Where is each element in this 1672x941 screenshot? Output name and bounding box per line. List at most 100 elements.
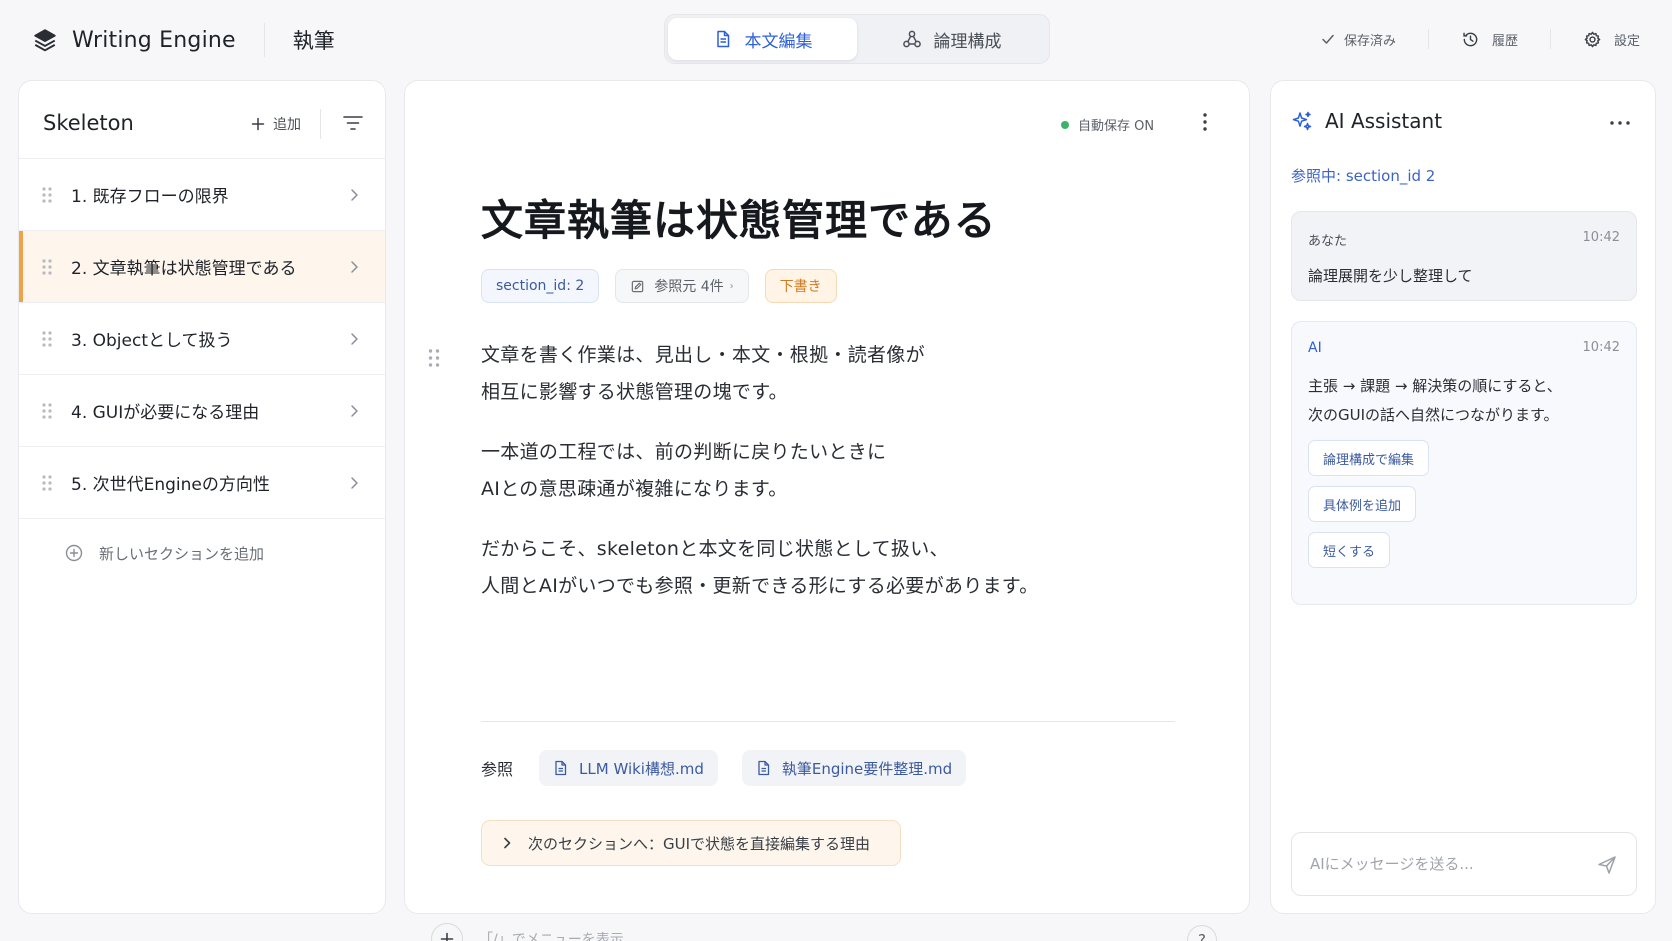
section-label: 3. Objectとして扱う [71, 331, 233, 351]
top-actions: 保存済み 履歴 設定 [1320, 24, 1640, 54]
layers-logo-icon [34, 29, 56, 52]
tab-logic-structure-label: 論理構成 [933, 31, 1002, 52]
history-clock-icon [1463, 32, 1478, 46]
message-line: 論理展開を少し整理して [1308, 267, 1473, 285]
history-button[interactable]: 履歴 [1461, 30, 1518, 49]
paragraph-line: 相互に影響する状態管理の塊です。 [481, 381, 788, 403]
settings-label: 設定 [1613, 33, 1640, 49]
drag-handle-icon[interactable] [41, 473, 53, 493]
skeleton-section-item[interactable]: 5. 次世代Engineの方向性 [19, 447, 385, 519]
tab-body-edit[interactable]: 本文編集 [668, 18, 857, 60]
drag-handle-icon[interactable] [41, 257, 53, 277]
skeleton-section-item-active[interactable]: 2. 文章執筆は状態管理である [19, 231, 385, 303]
more-horizontal-icon[interactable] [1609, 119, 1631, 127]
paragraph-line: 人間とAIがいつでも参照・更新できる形にする必要があります。 [481, 575, 1039, 597]
insert-block-button[interactable] [431, 923, 463, 941]
references-row: 参照 LLM Wiki構想.md 執筆Engine要件整理.md [481, 750, 990, 786]
document-body[interactable]: 文章を書く作業は、見出し・本文・根拠・読者像が 相互に影響する状態管理の塊です。… [481, 337, 1181, 628]
message-text: 主張 → 課題 → 解決策の順にすると、 次のGUIの話へ自然につながります。 [1308, 372, 1562, 430]
add-section-label: 追加 [273, 117, 301, 133]
editor-panel: 自動保存 ON 文章執筆は状態管理である section_id: 2 参照元 4… [404, 80, 1250, 941]
slash-menu-hint: 「/」でメニューを表示 [479, 932, 624, 941]
header-divider [320, 109, 321, 139]
next-section-link[interactable]: 次のセクションへ：GUIで状態を直接編集する理由 [481, 820, 901, 866]
paragraph-line: だからこそ、skeletonと本文を同じ状態として扱い、 [481, 538, 949, 560]
paragraph[interactable]: 一本道の工程では、前の判断に戻りたいときに AIとの意思疎通が複雑になります。 [481, 434, 1181, 508]
drag-handle-icon[interactable] [41, 185, 53, 205]
more-vertical-icon[interactable] [1195, 111, 1215, 133]
actions-divider-2 [1549, 29, 1551, 49]
paragraph[interactable]: だからこそ、skeletonと本文を同じ状態として扱い、 人間とAIがいつでも参… [481, 531, 1181, 605]
ai-context-reference[interactable]: 参照中: section_id 2 [1291, 165, 1435, 186]
help-button[interactable]: ? [1187, 925, 1217, 941]
add-section-button[interactable]: 追加 [251, 114, 301, 134]
file-icon [758, 760, 770, 776]
message-time: 10:42 [1582, 230, 1620, 245]
section-label: 4. GUIが必要になる理由 [71, 403, 260, 423]
message-line: 次のGUIの話へ自然につながります。 [1308, 406, 1559, 424]
paragraph[interactable]: 文章を書く作業は、見出し・本文・根拠・読者像が 相互に影響する状態管理の塊です。 [481, 337, 1181, 411]
autosave-dot-icon [1061, 120, 1069, 129]
sparkle-icon [1292, 111, 1312, 131]
section-label: 2. 文章執筆は状態管理である [71, 259, 297, 279]
filter-icon[interactable] [342, 114, 364, 132]
suggestion-add-example-button[interactable]: 具体例を追加 [1308, 486, 1417, 522]
tab-logic-structure[interactable]: 論理構成 [857, 18, 1046, 60]
plus-icon [440, 932, 454, 941]
skeleton-section-item[interactable]: 1. 既存フローの限界 [19, 159, 385, 231]
skeleton-section-item[interactable]: 4. GUIが必要になる理由 [19, 375, 385, 447]
source-chip[interactable]: 参照元 4件 › [615, 269, 749, 303]
drag-handle-icon[interactable] [427, 347, 441, 369]
skeleton-header: Skeleton 追加 [19, 81, 385, 159]
reference-file-chip[interactable]: LLM Wiki構想.md [539, 750, 718, 786]
message-time: 10:42 [1582, 340, 1620, 355]
reference-file-name: LLM Wiki構想.md [579, 759, 704, 778]
paragraph-line: AIとの意思疎通が複雑になります。 [481, 478, 788, 500]
settings-button[interactable]: 設定 [1583, 30, 1640, 49]
suggestion-edit-structure-button[interactable]: 論理構成で編集 [1308, 440, 1430, 476]
reference-file-chip[interactable]: 執筆Engine要件整理.md [741, 750, 967, 786]
new-section-label: 新しいセクションを追加 [99, 544, 265, 563]
chevron-right-icon [351, 404, 358, 417]
ai-assistant-title: AI Assistant [1325, 109, 1443, 133]
section-id-chip: section_id: 2 [481, 269, 600, 303]
section-divider [481, 721, 1175, 722]
drag-handle-icon[interactable] [41, 401, 53, 421]
plus-icon [251, 117, 265, 131]
skeleton-title: Skeleton [43, 111, 134, 135]
drag-handle-icon[interactable] [41, 329, 53, 349]
insert-row: 「/」でメニューを表示 [431, 923, 624, 941]
message-line: 主張 → 課題 → 解決策の順にすると、 [1308, 377, 1562, 395]
ai-assistant-header: AI Assistant [1291, 109, 1442, 133]
message-sender: AI [1308, 340, 1322, 356]
autosave-label: 自動保存 ON [1078, 119, 1155, 134]
chat-message-user: あなた 10:42 論理展開を少し整理して [1291, 211, 1637, 301]
new-section-button[interactable]: 新しいセクションを追加 [19, 519, 385, 587]
chevron-right-icon [351, 332, 358, 345]
document-icon [716, 30, 729, 48]
plus-circle-icon [65, 544, 83, 562]
metadata-chips: section_id: 2 参照元 4件 › 下書き [481, 269, 853, 303]
chat-message-ai: AI 10:42 主張 → 課題 → 解決策の順にすると、 次のGUIの話へ自然… [1291, 321, 1637, 605]
brand: Writing Engine 執筆 [32, 22, 335, 58]
message-text: 論理展開を少し整理して [1308, 262, 1473, 291]
app-mode: 執筆 [292, 29, 335, 53]
saved-status-label: 保存済み [1343, 33, 1396, 49]
ai-message-box [1291, 832, 1637, 896]
skeleton-section-item[interactable]: 3. Objectとして扱う [19, 303, 385, 375]
gear-icon [1584, 31, 1601, 47]
next-section-label: 次のセクションへ：GUIで状態を直接編集する理由 [528, 834, 871, 853]
view-switcher: 本文編集 論理構成 [664, 14, 1050, 64]
chevron-right-icon [504, 837, 511, 849]
chevron-right-icon [351, 260, 358, 273]
section-label: 5. 次世代Engineの方向性 [71, 475, 270, 495]
send-icon[interactable] [1596, 854, 1618, 876]
ai-message-input[interactable] [1310, 855, 1580, 873]
document-title[interactable]: 文章執筆は状態管理である [481, 187, 997, 248]
references-label: 参照 [481, 760, 514, 779]
history-label: 履歴 [1491, 33, 1518, 49]
suggestion-shorten-button[interactable]: 短くする [1308, 532, 1391, 568]
paragraph-line: 文章を書く作業は、見出し・本文・根拠・読者像が [481, 344, 925, 366]
chevron-right-icon [351, 476, 358, 489]
source-chip-label: 参照元 4件 [654, 279, 724, 295]
